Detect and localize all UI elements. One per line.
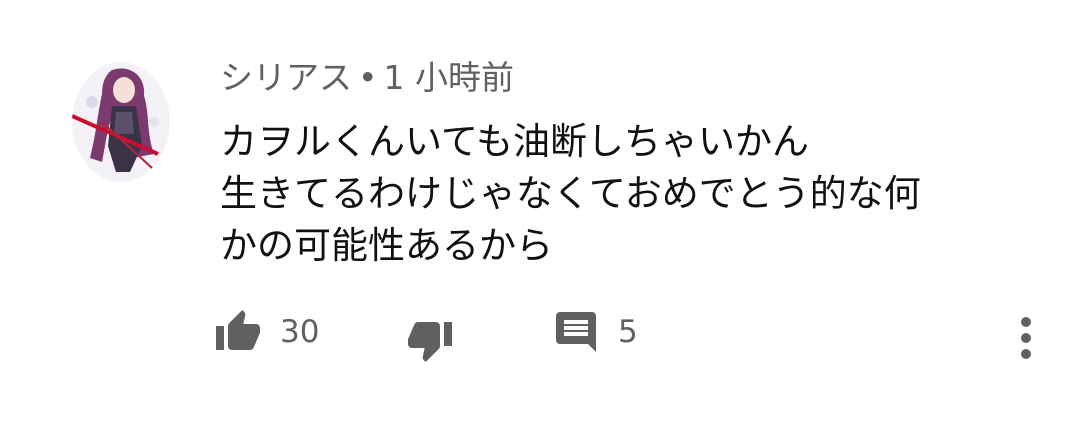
comment-meta: シリアス • 1 小時前: [220, 56, 514, 100]
reply-count: 5: [618, 314, 638, 350]
comment-text-line: カヲルくんいても油断しちゃいかん: [220, 120, 810, 163]
comment-text-line: かの可能性あるから: [220, 224, 553, 267]
comment-item: シリアス • 1 小時前 カヲルくんいても油断しちゃいかん 生きてるわけじゃなくてお…: [0, 0, 1080, 431]
comment-actions: 30 5: [0, 300, 1080, 370]
more-vert-icon: [1021, 317, 1031, 359]
avatar[interactable]: [72, 62, 170, 182]
meta-separator: •: [358, 58, 378, 97]
comment-icon: [556, 312, 596, 352]
comment-time: 1 小時前: [383, 58, 514, 97]
dislike-button[interactable]: [406, 308, 454, 372]
like-button[interactable]: 30: [214, 300, 319, 364]
author-name[interactable]: シリアス: [220, 58, 352, 97]
comment-text-line: 生きてるわけじゃなくておめでとう的な何: [220, 172, 921, 215]
more-options-button[interactable]: [1010, 306, 1042, 370]
thumb-down-icon: [408, 322, 452, 362]
comment-text: カヲルくんいても油断しちゃいかん 生きてるわけじゃなくておめでとう的な何 かの可…: [220, 116, 1050, 272]
avatar-image: [72, 62, 170, 182]
like-count: 30: [280, 314, 320, 350]
thumb-up-icon: [216, 310, 260, 350]
reply-button[interactable]: 5: [552, 300, 638, 364]
